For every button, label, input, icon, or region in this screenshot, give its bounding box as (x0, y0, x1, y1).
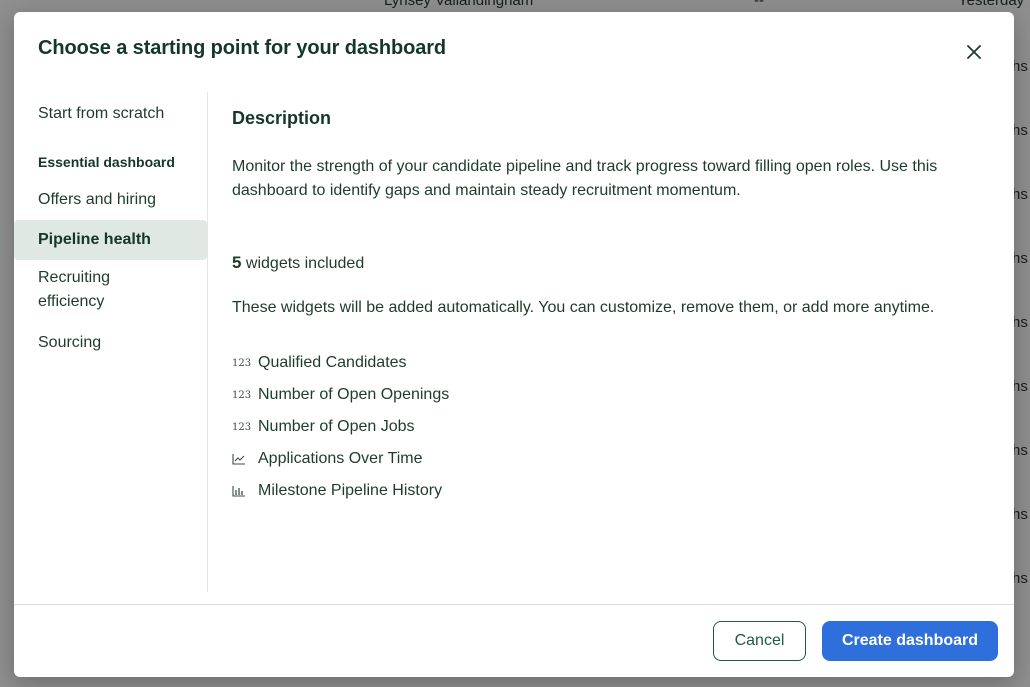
description-heading: Description (232, 108, 332, 128)
widget-list: 123 Qualified Candidates 123 Number of O… (232, 347, 992, 507)
close-button[interactable] (960, 38, 988, 66)
sidebar-item-offers-and-hiring[interactable]: Offers and hiring (14, 188, 207, 212)
sidebar-item-recruiting-efficiency[interactable]: Recruiting efficiency (14, 266, 164, 314)
list-item: Milestone Pipeline History (232, 475, 992, 507)
create-dashboard-button[interactable]: Create dashboard (822, 621, 998, 661)
number-icon: 123 (232, 389, 252, 401)
number-icon: 123 (232, 421, 252, 433)
description-text: Monitor the strength of your candidate p… (232, 158, 938, 199)
list-item: 123 Number of Open Openings (232, 379, 992, 411)
list-item: 123 Qualified Candidates (232, 347, 992, 379)
bar-chart-icon (232, 481, 258, 501)
modal-title: Choose a starting point for your dashboa… (38, 37, 447, 59)
widget-count: 5 widgets included (232, 253, 992, 273)
dashboard-template-modal: Choose a starting point for your dashboa… (14, 12, 1014, 677)
footer-divider (14, 604, 1014, 605)
sidebar-item-pipeline-health[interactable]: Pipeline health (14, 220, 207, 260)
sidebar-section-essential: Essential dashboard (38, 154, 175, 170)
template-details: Description Monitor the strength of your… (232, 108, 992, 507)
line-chart-icon (232, 449, 258, 469)
cancel-button[interactable]: Cancel (713, 621, 806, 661)
widget-label: Applications Over Time (258, 450, 423, 467)
widget-label: Qualified Candidates (258, 354, 407, 371)
list-item: Applications Over Time (232, 443, 992, 475)
widget-label: Milestone Pipeline History (258, 482, 443, 499)
close-icon (967, 45, 981, 59)
number-icon: 123 (232, 357, 252, 369)
sidebar-item-sourcing[interactable]: Sourcing (14, 331, 207, 355)
widget-count-label: widgets included (241, 255, 365, 272)
auto-add-note: These widgets will be added automaticall… (232, 299, 935, 316)
sidebar-item-start-from-scratch[interactable]: Start from scratch (14, 102, 207, 126)
list-item: 123 Number of Open Jobs (232, 411, 992, 443)
sidebar-divider (207, 92, 208, 592)
template-sidebar: Start from scratch Essential dashboard O… (14, 92, 207, 355)
widget-label: Number of Open Jobs (258, 418, 415, 435)
widget-label: Number of Open Openings (258, 386, 450, 403)
